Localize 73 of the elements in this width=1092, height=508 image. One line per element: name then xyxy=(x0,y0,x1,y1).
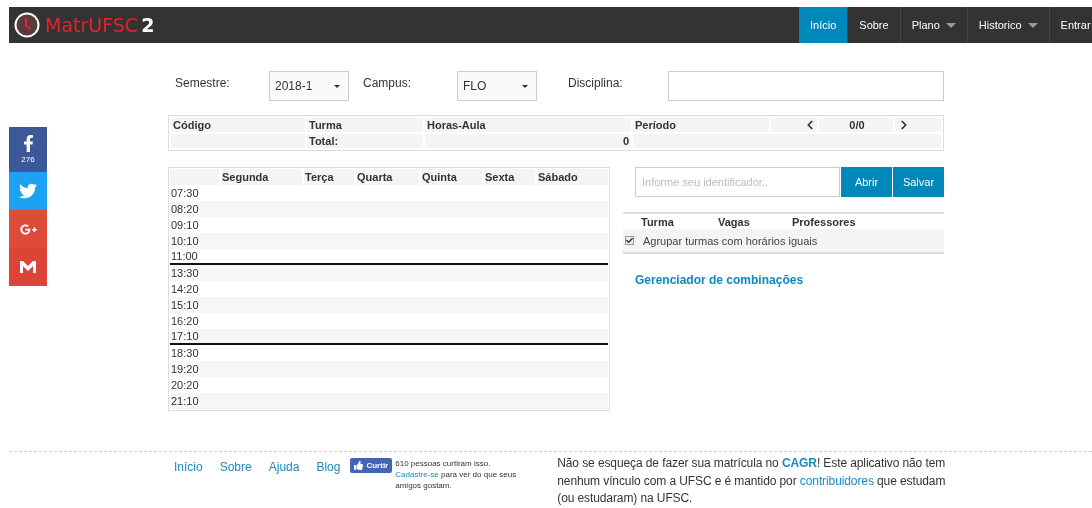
google-plus-share-button[interactable] xyxy=(9,210,47,248)
nav-item[interactable]: Plano xyxy=(900,7,968,43)
column-header: Horas-Aula xyxy=(425,118,631,132)
footer-link[interactable]: Blog xyxy=(316,460,341,508)
footer-link[interactable]: Sobre xyxy=(219,460,252,508)
time-label: 11:00 xyxy=(170,249,199,263)
checkbox-label: Agrupar turmas com horários iguais xyxy=(643,234,818,247)
semester-select[interactable]: 2018-1 xyxy=(269,71,349,101)
total-value: 0 xyxy=(425,134,631,148)
action-button[interactable]: Salvar xyxy=(893,167,944,197)
column-header: Turma xyxy=(307,118,423,132)
field-label: Disciplina: xyxy=(568,75,624,90)
inline-link[interactable]: Cadastre-se xyxy=(395,470,439,479)
time-label: 18:30 xyxy=(170,346,200,361)
bird-icon xyxy=(19,182,37,200)
mail-icon xyxy=(19,260,37,274)
day-header: Terça xyxy=(304,169,354,185)
field-label: Campus: xyxy=(363,75,413,90)
nav-item[interactable]: Início xyxy=(799,7,849,43)
time-label: 14:20 xyxy=(170,282,200,297)
footer-link[interactable]: Ajuda xyxy=(268,460,300,508)
time-label: 08:20 xyxy=(170,202,200,217)
time-label: 09:10 xyxy=(170,218,200,233)
inline-link[interactable]: contribuidores xyxy=(799,473,874,488)
share-count: 276 xyxy=(21,155,35,164)
checkbox[interactable] xyxy=(625,236,634,245)
twitter-share-button[interactable] xyxy=(9,172,47,210)
caret-icon xyxy=(1027,22,1038,28)
nav-item[interactable]: Entrar xyxy=(1049,7,1092,43)
pager-count: 0/0 xyxy=(819,118,893,132)
nav-item[interactable]: Historico xyxy=(967,7,1050,43)
gmail-share-button[interactable] xyxy=(9,248,47,286)
day-header: Quinta xyxy=(421,169,482,185)
column-header: Vagas xyxy=(718,215,751,228)
like-button[interactable]: Curtir xyxy=(350,458,393,473)
column-header: Código xyxy=(171,118,305,132)
time-label: 21:10 xyxy=(170,394,200,409)
combinations-link[interactable]: Gerenciador de combinações xyxy=(635,273,804,287)
like-text: 610 pessoas curtiram isso. Cadastre-se para ver do que seus amigos gostam. xyxy=(395,458,518,492)
column-header: Período xyxy=(633,118,769,132)
time-label: 19:20 xyxy=(170,362,200,377)
day-header: Sábado xyxy=(537,169,608,185)
caret-icon xyxy=(522,84,528,88)
notice-paragraph: Não se esqueça de fazer sua matrícula no CAGR! Este aplicativo não tem nenhum vínculo com a UFSC e é mantido por contribuidores que estudam (ou estudaram) na UFSC. xyxy=(557,455,947,507)
time-label: 20:20 xyxy=(170,378,200,393)
time-label: 13:30 xyxy=(170,266,200,281)
column-header: Turma xyxy=(641,215,675,228)
field-label: Semestre: xyxy=(175,75,231,90)
time-label: 17:10 xyxy=(170,329,200,343)
footer-link[interactable]: Início xyxy=(174,460,203,508)
clock-logo-icon xyxy=(14,12,40,38)
discipline-input-field[interactable] xyxy=(668,71,944,101)
brand-name: MatrUFSC xyxy=(45,14,139,36)
day-header: Quarta xyxy=(356,169,419,185)
day-header: Segunda xyxy=(221,169,302,185)
caret-icon xyxy=(945,22,956,28)
inline-link[interactable]: CAGR xyxy=(781,456,817,470)
action-button[interactable]: Abrir xyxy=(841,167,892,197)
caret-icon xyxy=(334,84,340,88)
column-header: Professores xyxy=(792,215,857,228)
facebook-share-button[interactable]: 276 xyxy=(9,127,47,172)
day-header: Sexta xyxy=(484,169,535,185)
nav-item[interactable]: Sobre xyxy=(848,7,901,43)
time-label: 07:30 xyxy=(170,186,200,201)
brand-version: 2 xyxy=(141,14,155,36)
time-label: 15:10 xyxy=(170,298,200,313)
campus-select[interactable]: FLO xyxy=(457,71,537,101)
thumbs-up-icon xyxy=(354,461,364,470)
identifier-input-field[interactable]: Informe seu identificador.. xyxy=(635,167,840,197)
time-label: 10:10 xyxy=(170,234,200,249)
time-label: 16:20 xyxy=(170,314,200,329)
total-label: Total: xyxy=(307,134,423,148)
table-cell xyxy=(170,169,219,185)
